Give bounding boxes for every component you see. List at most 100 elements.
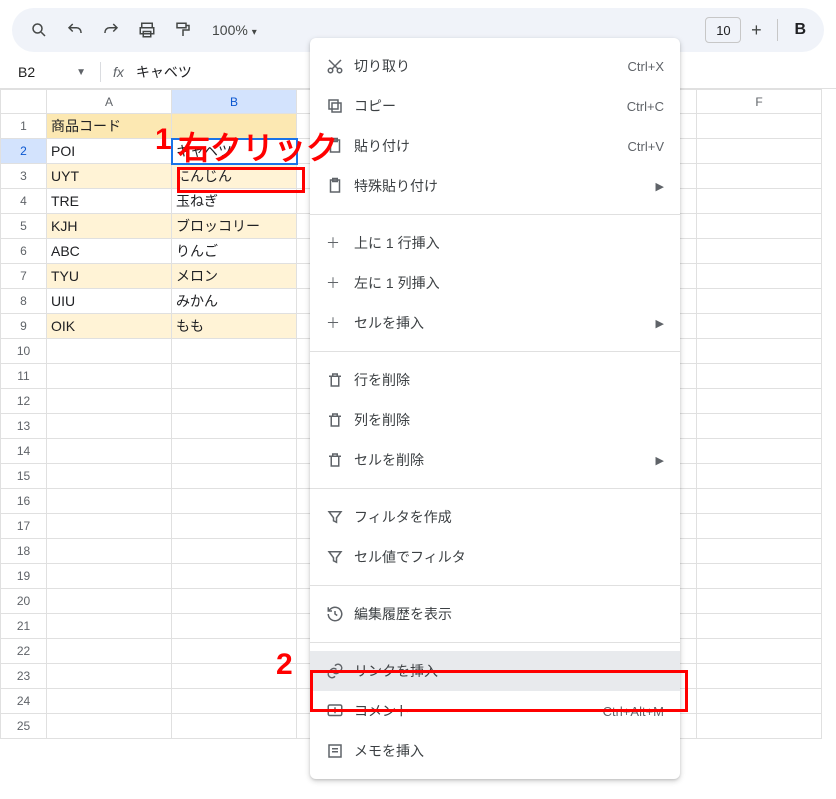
cell-b2[interactable]: キャベツ bbox=[172, 139, 297, 164]
cell-a7[interactable]: TYU bbox=[47, 264, 172, 289]
cell-f24[interactable] bbox=[697, 689, 822, 714]
formula-bar[interactable]: キャベツ bbox=[136, 62, 192, 82]
ctx-insert-link[interactable]: リンクを挿入 bbox=[310, 651, 680, 691]
row-header-2[interactable]: 2 bbox=[1, 139, 47, 164]
zoom-select[interactable]: 100% ▾ bbox=[204, 22, 265, 38]
cell-b3[interactable]: にんじん bbox=[172, 164, 297, 189]
cell-f16[interactable] bbox=[697, 489, 822, 514]
ctx-delete-col[interactable]: 列を削除 bbox=[310, 400, 680, 440]
cell-b7[interactable]: メロン bbox=[172, 264, 297, 289]
cell-a5[interactable]: KJH bbox=[47, 214, 172, 239]
ctx-create-filter[interactable]: フィルタを作成 bbox=[310, 497, 680, 537]
ctx-paste[interactable]: 貼り付け Ctrl+V bbox=[310, 126, 680, 166]
name-box[interactable]: B2 ▼ bbox=[12, 60, 92, 84]
cell-b13[interactable] bbox=[172, 414, 297, 439]
col-header-b[interactable]: B bbox=[172, 90, 297, 114]
ctx-insert-row[interactable]: ＋ 上に 1 行挿入 bbox=[310, 223, 680, 263]
cell-f5[interactable] bbox=[697, 214, 822, 239]
row-header-4[interactable]: 4 bbox=[1, 189, 47, 214]
cell-f9[interactable] bbox=[697, 314, 822, 339]
cell-b19[interactable] bbox=[172, 564, 297, 589]
cell-a23[interactable] bbox=[47, 664, 172, 689]
font-size-increase[interactable]: + bbox=[745, 20, 767, 41]
cell-f10[interactable] bbox=[697, 339, 822, 364]
cell-a14[interactable] bbox=[47, 439, 172, 464]
cell-b22[interactable] bbox=[172, 639, 297, 664]
row-header-15[interactable]: 15 bbox=[1, 464, 47, 489]
cell-b23[interactable] bbox=[172, 664, 297, 689]
row-header-16[interactable]: 16 bbox=[1, 489, 47, 514]
cell-a11[interactable] bbox=[47, 364, 172, 389]
row-header-23[interactable]: 23 bbox=[1, 664, 47, 689]
row-header-13[interactable]: 13 bbox=[1, 414, 47, 439]
row-header-20[interactable]: 20 bbox=[1, 589, 47, 614]
row-header-5[interactable]: 5 bbox=[1, 214, 47, 239]
cell-f7[interactable] bbox=[697, 264, 822, 289]
cell-f20[interactable] bbox=[697, 589, 822, 614]
cell-f17[interactable] bbox=[697, 514, 822, 539]
cell-f4[interactable] bbox=[697, 189, 822, 214]
cell-a4[interactable]: TRE bbox=[47, 189, 172, 214]
row-header-25[interactable]: 25 bbox=[1, 714, 47, 739]
font-size-input[interactable]: 10 bbox=[705, 17, 741, 43]
cell-b1[interactable] bbox=[172, 114, 297, 139]
ctx-copy[interactable]: コピー Ctrl+C bbox=[310, 86, 680, 126]
cell-a12[interactable] bbox=[47, 389, 172, 414]
cell-f13[interactable] bbox=[697, 414, 822, 439]
row-header-12[interactable]: 12 bbox=[1, 389, 47, 414]
cell-b9[interactable]: もも bbox=[172, 314, 297, 339]
cell-f12[interactable] bbox=[697, 389, 822, 414]
cell-a2[interactable]: POI bbox=[47, 139, 172, 164]
cell-a15[interactable] bbox=[47, 464, 172, 489]
col-header-a[interactable]: A bbox=[47, 90, 172, 114]
cell-f1[interactable] bbox=[697, 114, 822, 139]
row-header-10[interactable]: 10 bbox=[1, 339, 47, 364]
cell-f21[interactable] bbox=[697, 614, 822, 639]
cell-a18[interactable] bbox=[47, 539, 172, 564]
cell-b6[interactable]: りんご bbox=[172, 239, 297, 264]
cell-b17[interactable] bbox=[172, 514, 297, 539]
cell-b25[interactable] bbox=[172, 714, 297, 739]
search-icon[interactable] bbox=[24, 15, 54, 45]
row-header-21[interactable]: 21 bbox=[1, 614, 47, 639]
cell-a16[interactable] bbox=[47, 489, 172, 514]
cell-a3[interactable]: UYT bbox=[47, 164, 172, 189]
row-header-11[interactable]: 11 bbox=[1, 364, 47, 389]
cell-f8[interactable] bbox=[697, 289, 822, 314]
row-header-24[interactable]: 24 bbox=[1, 689, 47, 714]
cell-b20[interactable] bbox=[172, 589, 297, 614]
cell-f25[interactable] bbox=[697, 714, 822, 739]
row-header-14[interactable]: 14 bbox=[1, 439, 47, 464]
row-header-3[interactable]: 3 bbox=[1, 164, 47, 189]
ctx-delete-cells[interactable]: セルを削除 ▶ bbox=[310, 440, 680, 480]
cell-a21[interactable] bbox=[47, 614, 172, 639]
cell-b14[interactable] bbox=[172, 439, 297, 464]
cell-f2[interactable] bbox=[697, 139, 822, 164]
row-header-17[interactable]: 17 bbox=[1, 514, 47, 539]
cell-a24[interactable] bbox=[47, 689, 172, 714]
cell-b16[interactable] bbox=[172, 489, 297, 514]
undo-icon[interactable] bbox=[60, 15, 90, 45]
cell-a20[interactable] bbox=[47, 589, 172, 614]
cell-f3[interactable] bbox=[697, 164, 822, 189]
cell-a6[interactable]: ABC bbox=[47, 239, 172, 264]
cell-f6[interactable] bbox=[697, 239, 822, 264]
cell-a8[interactable]: UIU bbox=[47, 289, 172, 314]
cell-f14[interactable] bbox=[697, 439, 822, 464]
cell-f19[interactable] bbox=[697, 564, 822, 589]
ctx-delete-row[interactable]: 行を削除 bbox=[310, 360, 680, 400]
cell-b10[interactable] bbox=[172, 339, 297, 364]
row-header-8[interactable]: 8 bbox=[1, 289, 47, 314]
cell-a9[interactable]: OIK bbox=[47, 314, 172, 339]
row-header-9[interactable]: 9 bbox=[1, 314, 47, 339]
ctx-insert-col[interactable]: ＋ 左に 1 列挿入 bbox=[310, 263, 680, 303]
row-header-22[interactable]: 22 bbox=[1, 639, 47, 664]
select-all-corner[interactable] bbox=[1, 90, 47, 114]
bold-button[interactable]: B bbox=[788, 21, 812, 39]
ctx-insert-cells[interactable]: ＋ セルを挿入 ▶ bbox=[310, 303, 680, 343]
ctx-filter-by-value[interactable]: セル値でフィルタ bbox=[310, 537, 680, 577]
row-header-19[interactable]: 19 bbox=[1, 564, 47, 589]
cell-a25[interactable] bbox=[47, 714, 172, 739]
ctx-insert-note[interactable]: メモを挿入 bbox=[310, 731, 680, 771]
cell-b11[interactable] bbox=[172, 364, 297, 389]
